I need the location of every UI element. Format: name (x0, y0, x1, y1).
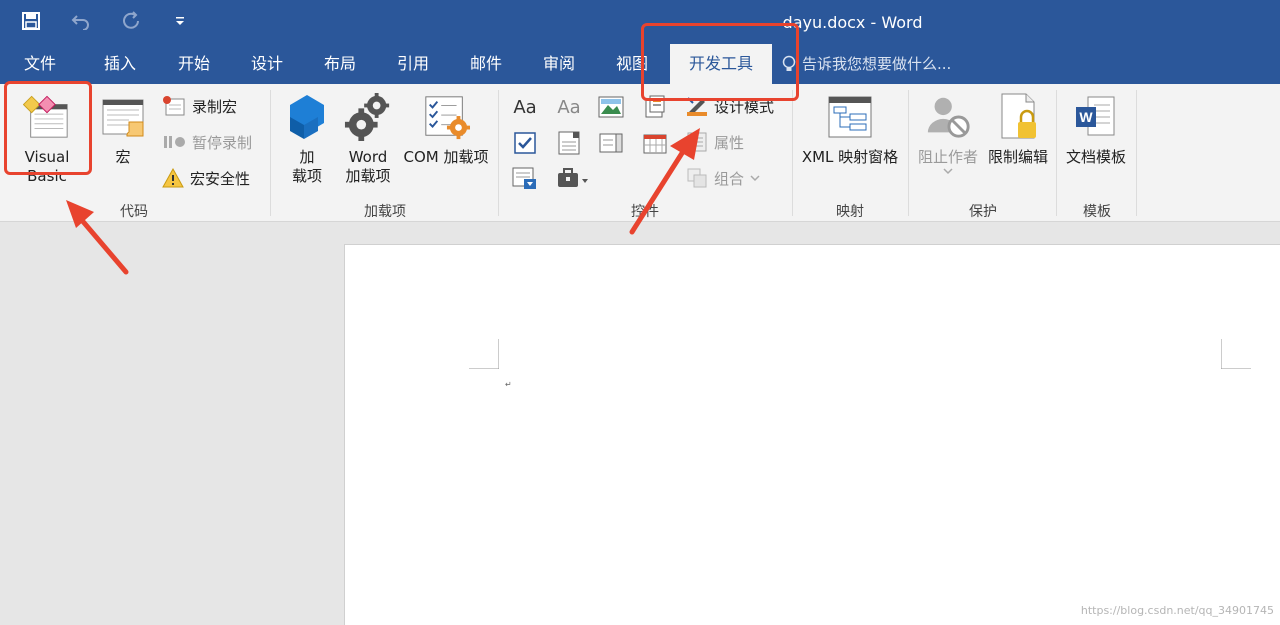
group-label: 组合 (714, 169, 745, 188)
restrict-editing-icon (994, 92, 1042, 142)
com-addins-label: COM 加载项 (403, 148, 489, 166)
macros-label: 宏 (115, 148, 131, 166)
document-template-label: 文档模板 (1065, 148, 1126, 166)
group-separator (1056, 90, 1057, 216)
tab-home[interactable]: 开始 (172, 44, 216, 84)
paragraph-mark: ↵ (505, 380, 512, 389)
xml-mapping-pane-label: XML 映射窗格 (801, 148, 899, 166)
block-authors-button[interactable]: 阻止作者 (912, 92, 984, 175)
group-separator (270, 90, 271, 216)
tab-mailings[interactable]: 邮件 (464, 44, 508, 84)
word-template-icon: W (1072, 92, 1120, 142)
block-authors-icon (924, 92, 972, 142)
restrict-editing-button[interactable]: 限制编辑 (984, 92, 1052, 167)
group-label-protect: 保护 (969, 204, 997, 220)
macro-security-label: 宏安全性 (190, 169, 251, 188)
com-addins-icon (422, 92, 470, 142)
macros-button[interactable]: 宏 (96, 92, 150, 167)
tell-me-box[interactable]: 告诉我您想要做什么... (782, 44, 951, 84)
macro-security-button[interactable]: 宏安全性 (162, 166, 250, 190)
svg-text:W: W (1079, 109, 1093, 125)
rich-text-control-icon[interactable]: Aa (512, 94, 538, 120)
word-addins-button[interactable]: Word 加载项 (338, 92, 398, 186)
legacy-forms-icon[interactable] (556, 166, 590, 192)
properties-label: 属性 (714, 133, 745, 152)
document-template-button[interactable]: W 文档模板 (1060, 92, 1132, 167)
annotation-arrow-visual-basic (66, 200, 129, 275)
highlight-box-developer-tab (641, 23, 799, 101)
highlight-box-visual-basic (4, 81, 92, 175)
record-macro-icon (163, 96, 185, 116)
group-separator (908, 90, 909, 216)
plain-text-control-icon[interactable]: Aa (556, 94, 582, 120)
window-title: dayu.docx - Word (782, 13, 923, 32)
pause-recording-button[interactable]: 暂停录制 (162, 130, 252, 154)
macros-icon (99, 92, 147, 142)
picture-control-icon[interactable] (598, 94, 624, 120)
group-separator (792, 90, 793, 216)
chevron-down-icon (750, 175, 760, 182)
checkbox-control-icon[interactable] (512, 130, 538, 156)
title-bar: dayu.docx - Word (0, 0, 1280, 44)
xml-mapping-pane-button[interactable]: XML 映射窗格 (798, 92, 902, 167)
addins-label-line1: 加 (299, 148, 315, 166)
group-label-templates: 模板 (1083, 204, 1111, 220)
block-authors-label: 阻止作者 (917, 148, 978, 166)
group-separator (498, 90, 499, 216)
tab-review[interactable]: 审阅 (537, 44, 581, 84)
word-addins-label-line1: Word (348, 148, 388, 166)
tab-insert[interactable]: 插入 (98, 44, 142, 84)
xml-mapping-icon (826, 92, 874, 142)
dropdown-list-control-icon[interactable] (598, 130, 624, 156)
group-label-code: 代码 (120, 204, 148, 220)
gears-icon (344, 92, 392, 142)
margin-corner-top-left (469, 339, 499, 369)
margin-corner-top-right (1221, 339, 1251, 369)
document-page[interactable]: ↵ (344, 244, 1280, 625)
ribbon-tabs: 文件 插入 开始 设计 布局 引用 邮件 审阅 视图 开发工具 告诉我您想要做什… (0, 44, 1280, 84)
legacy-tools-icon[interactable] (512, 166, 538, 192)
pause-icon (164, 136, 185, 148)
addins-button[interactable]: 加 载项 (280, 92, 334, 186)
group-label-mapping: 映射 (836, 204, 864, 220)
addins-label-line2: 载项 (291, 167, 322, 185)
warning-icon (162, 168, 184, 188)
tab-references[interactable]: 引用 (391, 44, 435, 84)
pause-recording-label: 暂停录制 (192, 133, 253, 152)
chevron-down-icon (943, 168, 953, 175)
tab-layout[interactable]: 布局 (318, 44, 362, 84)
annotation-arrow-developer-tab (629, 128, 700, 235)
record-macro-label: 录制宏 (192, 97, 238, 116)
group-separator (1136, 90, 1137, 216)
watermark: https://blog.csdn.net/qq_34901745 (1080, 604, 1274, 617)
record-macro-button[interactable]: 录制宏 (162, 94, 237, 118)
com-addins-button[interactable]: COM 加载项 (400, 92, 492, 167)
group-label-addins: 加载项 (364, 204, 406, 220)
combo-box-control-icon[interactable] (556, 130, 582, 156)
addins-store-icon (283, 92, 331, 142)
tab-design[interactable]: 设计 (245, 44, 289, 84)
restrict-editing-label: 限制编辑 (987, 148, 1048, 166)
document-area: ↵ https://blog.csdn.net/qq_34901745 (0, 222, 1280, 625)
tab-file[interactable]: 文件 (18, 44, 62, 84)
word-addins-label-line2: 加载项 (345, 167, 391, 185)
tell-me-text: 告诉我您想要做什么... (802, 55, 952, 73)
